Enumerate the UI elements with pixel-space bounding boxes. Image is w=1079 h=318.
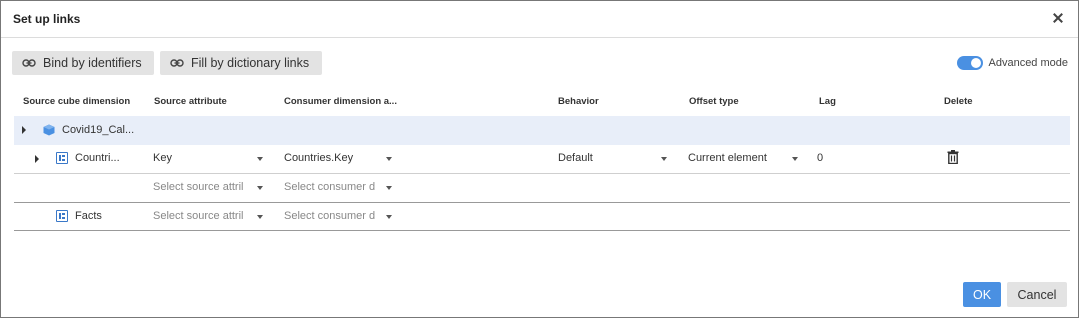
advanced-mode-toggle[interactable] (956, 56, 983, 70)
behavior-select[interactable]: Default (558, 150, 593, 166)
link-icon (22, 59, 36, 67)
dialog-header: Set up links (1, 1, 1078, 38)
bind-by-identifiers-button[interactable]: Bind by identifiers (12, 51, 154, 75)
column-header-behavior: Behavior (558, 96, 599, 107)
set-up-links-dialog: Set up links Bind by identifiers Fill by… (0, 0, 1079, 318)
source-attribute-select-placeholder[interactable]: Select source attril (153, 208, 243, 224)
column-header-source-dimension: Source cube dimension (23, 96, 131, 107)
column-header-delete: Delete (944, 96, 973, 107)
expand-icon[interactable] (35, 155, 39, 163)
cube-icon (43, 124, 55, 136)
cube-name: Covid19_Cal... (62, 124, 135, 136)
column-header-source-attribute: Source attribute (154, 96, 227, 107)
chevron-down-icon[interactable] (257, 157, 263, 161)
chevron-down-icon[interactable] (257, 215, 263, 219)
source-attribute-select[interactable]: Key (153, 150, 172, 166)
consumer-dimension-select-placeholder[interactable]: Select consumer d (284, 179, 375, 195)
chevron-down-icon[interactable] (257, 186, 263, 190)
ok-button[interactable]: OK (963, 282, 1001, 307)
source-attribute-select-placeholder[interactable]: Select source attril (153, 179, 243, 195)
chevron-down-icon[interactable] (386, 215, 392, 219)
chevron-down-icon[interactable] (386, 186, 392, 190)
row-divider (14, 230, 1070, 231)
cancel-button[interactable]: Cancel (1007, 282, 1067, 307)
lag-input[interactable]: 0 (817, 150, 823, 166)
row-divider (14, 202, 1070, 203)
dimension-name-facts: Facts (75, 210, 102, 222)
fill-by-dictionary-links-button[interactable]: Fill by dictionary links (160, 51, 322, 75)
consumer-dimension-select[interactable]: Countries.Key (284, 150, 353, 166)
chevron-down-icon[interactable] (661, 157, 667, 161)
dimension-icon (56, 152, 68, 164)
chevron-down-icon[interactable] (386, 157, 392, 161)
link-icon (170, 59, 184, 67)
advanced-mode-control: Advanced mode (956, 56, 1069, 70)
expand-icon[interactable] (22, 126, 26, 134)
dialog-title: Set up links (13, 12, 81, 26)
bind-by-identifiers-label: Bind by identifiers (43, 56, 142, 70)
close-icon[interactable] (1050, 10, 1066, 26)
dimension-icon (56, 210, 68, 222)
column-header-offset-type: Offset type (689, 96, 739, 107)
column-header-consumer-dimension: Consumer dimension a... (284, 96, 397, 107)
fill-by-dictionary-links-label: Fill by dictionary links (191, 56, 310, 70)
offset-type-select[interactable]: Current element (688, 150, 767, 166)
chevron-down-icon[interactable] (792, 157, 798, 161)
trash-icon[interactable] (946, 150, 960, 164)
dimension-name-countries: Countri... (75, 152, 120, 164)
table-row-cube[interactable] (14, 116, 1070, 145)
advanced-mode-label: Advanced mode (988, 57, 1069, 69)
column-header-lag: Lag (819, 96, 836, 107)
row-divider (14, 173, 1070, 174)
consumer-dimension-select-placeholder[interactable]: Select consumer d (284, 208, 375, 224)
